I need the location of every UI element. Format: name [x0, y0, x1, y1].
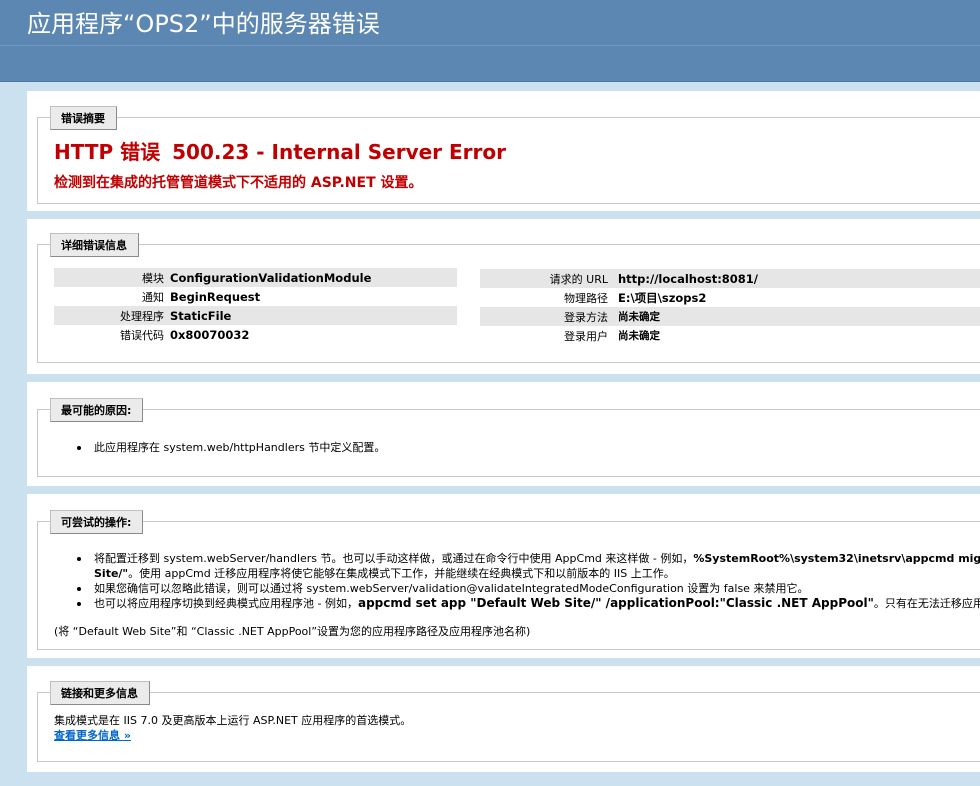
http-error-label: HTTP 错误	[54, 140, 161, 164]
actions-note: (将 “Default Web Site”和 “Classic .NET App…	[54, 625, 531, 638]
action-command: Site/"	[94, 567, 129, 580]
detail-value: BeginRequest	[170, 289, 261, 304]
table-row: 物理路径 E:\项目\szops2	[480, 288, 980, 307]
detail-value: 尚未确定	[618, 307, 980, 326]
list-item: 也可以将应用程序切换到经典模式应用程序池 - 例如，appcmd set app…	[54, 596, 980, 611]
list-item: 将配置迁移到 system.webServer/handlers 节。也可以手动…	[54, 551, 980, 581]
action-command: appcmd set app "Default Web Site/" /appl…	[357, 596, 874, 610]
causes-panel: 最可能的原因: 此应用程序在 system.web/httpHandlers 节…	[27, 382, 980, 486]
action-text: 将配置迁移到 system.webServer/handlers 节。也可以手动…	[94, 552, 694, 565]
more-info-link[interactable]: 查看更多信息 »	[54, 727, 131, 743]
error-detail: 检测到在集成的托管管道模式下不适用的 ASP.NET 设置。	[54, 175, 423, 191]
detail-value: ConfigurationValidationModule	[170, 268, 457, 287]
links-text: 集成模式是在 IIS 7.0 及更高版本上运行 ASP.NET 应用程序的首选模…	[54, 714, 412, 727]
detail-key: 请求的 URL	[480, 269, 618, 288]
detail-key: 处理程序	[54, 306, 170, 325]
detail-key: 通知	[142, 290, 164, 304]
detail-key: 登录方法	[480, 307, 618, 326]
causes-legend: 最可能的原因:	[50, 398, 144, 422]
causes-list: 此应用程序在 system.web/httpHandlers 节中定义配置。	[54, 440, 385, 455]
detail-key: 物理路径	[564, 291, 608, 305]
actions-list: 将配置迁移到 system.webServer/handlers 节。也可以手动…	[54, 551, 980, 611]
table-row: 登录用户 尚未确定	[480, 326, 980, 345]
page-title: 应用程序“OPS2”中的服务器错误	[27, 10, 380, 38]
detail-value: http://localhost:8081/	[618, 269, 980, 288]
detail-value: 尚未确定	[618, 330, 660, 342]
error-summary-panel: 错误摘要 HTTP 错误 500.23 - Internal Server Err…	[27, 91, 980, 211]
action-text: 。只有在无法迁移应用程序时才这样做。	[873, 597, 980, 610]
error-summary-legend: 错误摘要	[50, 106, 117, 130]
table-row: 通知 BeginRequest	[54, 287, 457, 306]
list-item: 此应用程序在 system.web/httpHandlers 节中定义配置。	[54, 440, 385, 455]
table-row: 处理程序 StaticFile	[54, 306, 457, 325]
error-title: HTTP 错误 500.23 - Internal Server Error	[54, 136, 506, 165]
actions-legend: 可尝试的操作:	[50, 510, 144, 534]
header-bar	[0, 45, 980, 82]
details-right-table: 请求的 URL http://localhost:8081/ 物理路径 E:\项目\…	[480, 269, 980, 345]
action-text: 。使用 appCmd 迁移应用程序将使它能够在集成模式下工作，并能继续在经典模式…	[128, 567, 675, 580]
detail-value: StaticFile	[170, 306, 457, 325]
table-row: 模块 ConfigurationValidationModule	[54, 268, 457, 287]
detailed-info-legend: 详细错误信息	[50, 233, 139, 257]
details-left-table: 模块 ConfigurationValidationModule 通知 BeginR…	[54, 268, 457, 344]
actions-panel: 可尝试的操作: 将配置迁移到 system.webServer/handlers…	[27, 494, 980, 658]
action-command: %SystemRoot%\system32\inetsrv\appcmd mig…	[693, 552, 980, 565]
error-code: 500.23 - Internal Server Error	[172, 140, 506, 164]
page-header: 应用程序“OPS2”中的服务器错误	[0, 0, 980, 45]
table-row: 错误代码 0x80070032	[54, 325, 457, 344]
table-row: 请求的 URL http://localhost:8081/	[480, 269, 980, 288]
action-text: 也可以将应用程序切换到经典模式应用程序池 - 例如，	[94, 597, 358, 610]
links-legend: 链接和更多信息	[50, 681, 150, 705]
detail-key: 模块	[54, 268, 170, 287]
detail-value: 0x80070032	[170, 327, 250, 342]
table-row: 登录方法 尚未确定	[480, 307, 980, 326]
detail-value: E:\项目\szops2	[618, 290, 707, 305]
list-item: 如果您确信可以忽略此错误，则可以通过将 system.webServer/val…	[54, 581, 980, 596]
links-panel: 链接和更多信息 集成模式是在 IIS 7.0 及更高版本上运行 ASP.NET …	[27, 666, 980, 772]
detail-key: 登录用户	[564, 329, 608, 343]
detail-key: 错误代码	[120, 328, 164, 342]
detailed-info-panel: 详细错误信息 模块 ConfigurationValidationModule 通…	[27, 219, 980, 374]
